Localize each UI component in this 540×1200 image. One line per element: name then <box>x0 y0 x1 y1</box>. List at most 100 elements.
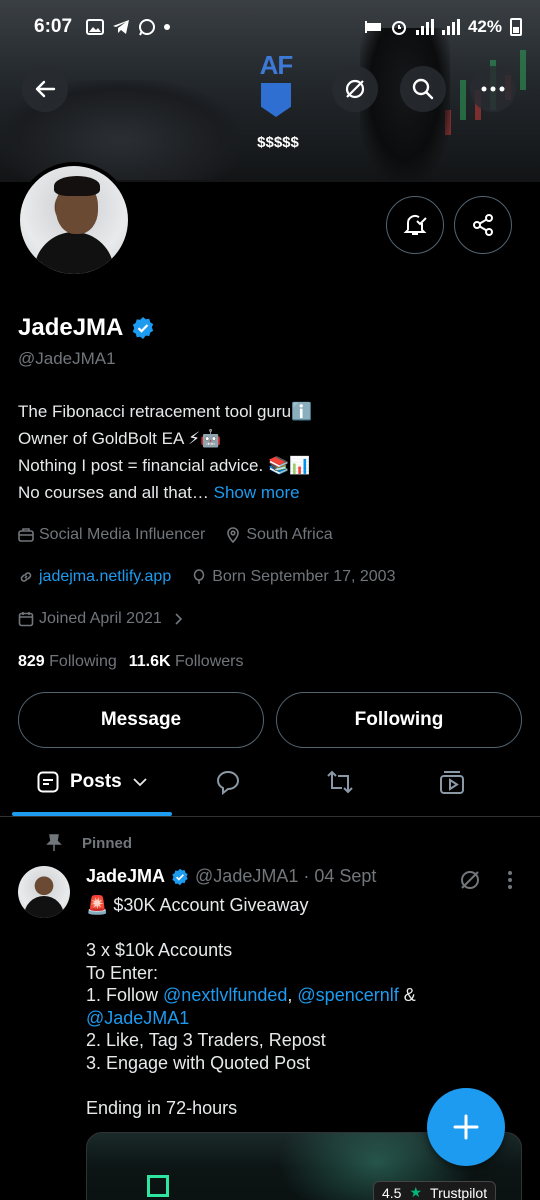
video-stack-icon <box>440 771 464 794</box>
trustpilot-rating: 4.5 <box>382 1184 402 1200</box>
pin-icon <box>46 834 62 851</box>
profile-meta-row-2: jadejma.netlify.app Born September 17, 2… <box>18 568 395 586</box>
trustpilot-text: Trustpilot <box>430 1184 488 1200</box>
share-icon <box>473 214 493 236</box>
bio-line-last: No courses and all that… Show more <box>18 479 518 506</box>
tweet-header: JadeJMA @JadeJMA1 · 04 Sept <box>86 866 376 887</box>
tweet-line: 3 x $10k Accounts <box>86 940 233 960</box>
followers-label: Followers <box>175 653 244 670</box>
profile-avatar[interactable] <box>16 162 132 278</box>
profile-category: Social Media Influencer <box>18 526 205 544</box>
tweet-line-follow: 1. Follow @nextlvlfunded, @spencernlf & <box>86 984 516 1007</box>
share-button[interactable] <box>454 196 512 254</box>
briefcase-icon <box>18 528 34 542</box>
back-arrow-icon <box>35 80 56 98</box>
bio-line: Owner of GoldBolt EA ⚡🤖 <box>18 429 222 448</box>
profile-website[interactable]: jadejma.netlify.app <box>18 568 171 586</box>
mention-link[interactable]: @nextlvlfunded <box>163 985 287 1005</box>
tweet-separator: , <box>287 985 298 1005</box>
status-time: 6:07 <box>34 16 73 37</box>
tweet-author-name[interactable]: JadeJMA <box>86 866 165 887</box>
bio-line: Nothing I post = financial advice. 📚📊 <box>18 456 311 475</box>
back-button[interactable] <box>22 66 68 112</box>
star-icon: ★ <box>409 1184 423 1200</box>
tab-media[interactable] <box>438 768 466 796</box>
mention-link[interactable]: @JadeJMA1 <box>86 1008 189 1028</box>
tab-posts-label: Posts <box>70 771 122 792</box>
bio-line: No courses and all that… <box>18 483 209 502</box>
notifications-button[interactable] <box>386 196 444 254</box>
notification-dot-icon <box>164 24 171 30</box>
tweet-avatar[interactable] <box>18 866 70 918</box>
profile-category-text: Social Media Influencer <box>39 526 206 543</box>
tab-replies[interactable] <box>214 768 242 796</box>
followers-count-link[interactable]: 11.6K Followers <box>129 653 244 671</box>
link-icon <box>20 572 32 582</box>
verified-badge-icon[interactable] <box>131 316 155 340</box>
grok-icon <box>345 79 365 99</box>
tweet-line-mention: @JadeJMA1 <box>86 1007 516 1030</box>
tweet-avatar-shirt <box>24 896 64 918</box>
tweet-text: 🚨 $30K Account Giveaway 3 x $10k Account… <box>86 894 516 1119</box>
tweet-line: 3. Engage with Quoted Post <box>86 1052 311 1073</box>
compose-button[interactable] <box>427 1088 505 1166</box>
gallery-icon <box>86 19 105 35</box>
tweet-line: To Enter: <box>86 962 159 983</box>
tweet-follow-prefix: 1. Follow <box>86 985 164 1005</box>
following-button[interactable]: Following <box>276 692 522 748</box>
alarm-icon <box>391 21 406 35</box>
message-button-label: Message <box>100 709 182 730</box>
more-options-button[interactable] <box>470 66 516 112</box>
grok-icon[interactable] <box>458 868 482 892</box>
more-vertical-icon[interactable] <box>506 870 514 890</box>
battery-icon <box>510 18 522 36</box>
tabs-divider <box>0 816 540 817</box>
profile-website-link[interactable]: jadejma.netlify.app <box>39 568 171 586</box>
balloon-icon <box>193 569 205 584</box>
chevron-down-icon <box>133 778 147 787</box>
tweet-ampersand: & <box>398 985 416 1005</box>
profile-birthday: Born September 17, 2003 <box>191 568 395 586</box>
4g-signal-icon <box>441 19 460 35</box>
message-button[interactable]: Message <box>18 692 264 748</box>
profile-location-text: South Africa <box>246 526 333 543</box>
profile-meta-row-3[interactable]: Joined April 2021 <box>18 610 185 628</box>
bio-line: The Fibonacci retracement tool guruℹ️ <box>18 402 313 421</box>
tab-posts[interactable]: Posts <box>36 770 148 794</box>
following-count: 829 <box>18 653 45 670</box>
tweet-handle-date: @JadeJMA1 · 04 Sept <box>195 866 377 886</box>
search-button[interactable] <box>400 66 446 112</box>
show-more-link[interactable]: Show more <box>214 483 300 502</box>
whatsapp-icon <box>139 19 156 36</box>
following-count-link[interactable]: 829 Following <box>18 653 117 671</box>
followers-count: 11.6K <box>128 653 171 670</box>
battery-percent: 42% <box>467 17 502 36</box>
tab-reposts[interactable] <box>326 768 354 796</box>
banner-shield-icon <box>261 83 291 117</box>
chevron-right-icon <box>175 613 182 625</box>
sleep-mode-icon <box>364 21 381 33</box>
profile-location: South Africa <box>225 526 333 544</box>
nextlvl-logo-icon <box>147 1175 169 1197</box>
status-bar: 6:07 42% <box>0 0 540 44</box>
profile-name: JadeJMA <box>18 314 124 341</box>
location-pin-icon <box>227 527 240 543</box>
profile-joined[interactable]: Joined April 2021 <box>18 610 185 628</box>
profile-name-row: JadeJMA <box>18 314 155 342</box>
volte-signal-icon <box>415 19 434 35</box>
grok-button[interactable] <box>332 66 378 112</box>
avatar-hair <box>54 176 100 196</box>
follow-counts: 829 Following 11.6K Followers <box>18 653 243 671</box>
reply-bubble-icon <box>216 770 240 795</box>
profile-handle: @JadeJMA1 <box>18 349 116 368</box>
tweet-line: 🚨 $30K Account Giveaway <box>86 895 309 915</box>
pinned-label: Pinned <box>46 834 132 852</box>
repost-icon <box>327 770 353 794</box>
avatar-shirt <box>34 232 114 274</box>
mention-link[interactable]: @spencernlf <box>297 985 398 1005</box>
calendar-icon <box>18 612 34 627</box>
telegram-icon <box>113 20 130 34</box>
following-label: Following <box>49 653 117 670</box>
pinned-text: Pinned <box>82 834 133 852</box>
